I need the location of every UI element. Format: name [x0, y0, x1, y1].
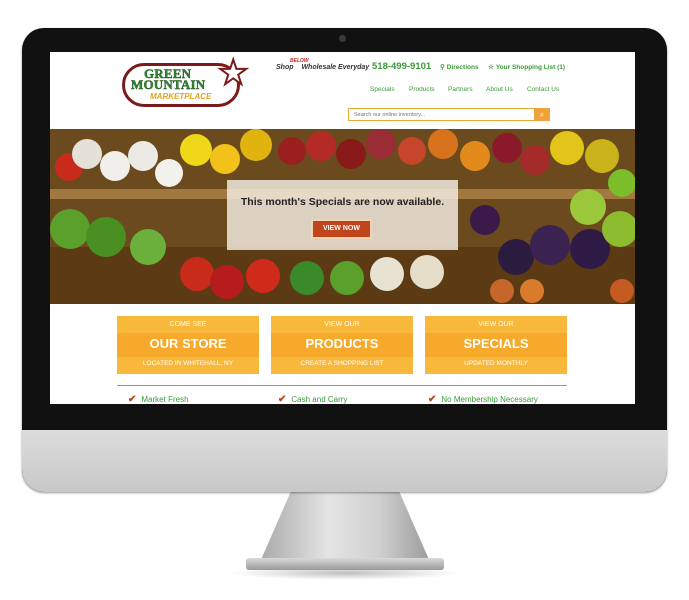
onion [100, 151, 130, 181]
lemon [240, 129, 272, 161]
tagline-shop: Shop [276, 64, 294, 71]
grapes [498, 239, 534, 275]
orange [460, 141, 490, 171]
card-bottom-text: UPDATED MONTHLY [464, 360, 528, 367]
card-our-store[interactable]: COME SEE OUR STORE LOCATED IN WHITEHALL,… [117, 316, 259, 374]
nav-specials[interactable]: Specials [370, 86, 395, 93]
pepper [210, 265, 244, 299]
card-title: OUR STORE [149, 336, 227, 351]
banana [550, 131, 584, 165]
checkmark-icon: ✔ [278, 394, 287, 404]
apple [398, 137, 426, 165]
apple [336, 139, 366, 169]
feature-item: ✔ Cash and Carry [278, 394, 347, 404]
plum [470, 205, 500, 235]
nav-contact-us[interactable]: Contact Us [527, 86, 559, 93]
camera-icon [339, 35, 346, 42]
onion [72, 139, 102, 169]
nav-about-us[interactable]: About Us [486, 86, 513, 93]
card-bottom-text: CREATE A SHOPPING LIST [300, 360, 384, 367]
orange [520, 279, 544, 303]
checkmark-icon: ✔ [128, 394, 137, 404]
view-now-button[interactable]: VIEW NOW [311, 219, 372, 239]
pepper [290, 261, 324, 295]
card-top-text: VIEW OUR [324, 321, 360, 328]
grapes [530, 225, 570, 265]
lemon [210, 144, 240, 174]
grapes-green [602, 211, 635, 247]
apple [278, 137, 306, 165]
apple [306, 131, 336, 161]
orange [610, 279, 634, 303]
tagline: Shop BELOW Wholesale Everyday [276, 58, 370, 71]
feature-label: Market Fresh [141, 395, 189, 404]
search-bar: ⌕ [348, 108, 550, 121]
orange [490, 279, 514, 303]
pepper [246, 259, 280, 293]
apple [492, 133, 522, 163]
apple [366, 129, 396, 159]
pepper [86, 217, 126, 257]
star-outline-icon: ☆ [488, 64, 494, 71]
pepper [50, 209, 90, 249]
card-title: PRODUCTS [305, 336, 379, 351]
shopping-list-link[interactable]: ☆ Your Shopping List (1) [488, 63, 565, 71]
tagline-below: BELOW [290, 58, 309, 64]
card-specials[interactable]: VIEW OUR SPECIALS UPDATED MONTHLY [425, 316, 567, 374]
search-input[interactable] [349, 109, 542, 120]
lime [608, 169, 635, 197]
section-divider [117, 385, 567, 386]
nav-partners[interactable]: Partners [448, 86, 473, 93]
tagline-rest: Wholesale Everyday [301, 64, 370, 71]
website-screen: GREEN MOUNTAIN MARKETPLACE ★ Shop BELOW … [50, 52, 635, 404]
feature-label: Cash and Carry [291, 395, 348, 404]
feature-item: ✔ No Membership Necessary [428, 394, 538, 404]
monitor-chin [22, 430, 667, 492]
banana [585, 139, 619, 173]
checkmark-icon: ✔ [428, 394, 437, 404]
monitor-stand [260, 492, 430, 562]
site-logo[interactable]: GREEN MOUNTAIN MARKETPLACE ★ [122, 54, 254, 110]
hero-message-box: This month's Specials are now available.… [227, 180, 458, 250]
lemon [180, 134, 212, 166]
hero-banner: This month's Specials are now available.… [50, 129, 635, 304]
star-icon: ★ [217, 54, 250, 92]
melon [410, 255, 444, 289]
card-products[interactable]: VIEW OUR PRODUCTS CREATE A SHOPPING LIST [271, 316, 413, 374]
search-icon[interactable]: ⌕ [534, 108, 550, 121]
feature-item: ✔ Market Fresh [128, 394, 189, 404]
logo-line-2: MOUNTAIN [131, 77, 206, 92]
pepper [130, 229, 166, 265]
nav-products[interactable]: Products [409, 86, 435, 93]
shopping-list-label: Your Shopping List (1) [495, 64, 566, 71]
onion [155, 159, 183, 187]
onion [128, 141, 158, 171]
logo-line-3: MARKETPLACE [150, 92, 212, 101]
pepper [330, 261, 364, 295]
card-top-text: VIEW OUR [478, 321, 514, 328]
pepper [180, 257, 214, 291]
directions-label: Directions [446, 64, 479, 71]
card-bottom-text: LOCATED IN WHITEHALL, NY [142, 360, 234, 367]
card-title: SPECIALS [463, 336, 529, 351]
melon [370, 257, 404, 291]
map-pin-icon: ⚲ [440, 64, 445, 71]
orange [428, 129, 458, 159]
feature-label: No Membership Necessary [441, 395, 538, 404]
card-top-text: COME SEE [169, 321, 207, 328]
phone-number[interactable]: 518-499-9101 [372, 61, 431, 72]
grapes-green [570, 189, 606, 225]
hero-message: This month's Specials are now available. [240, 196, 445, 208]
apple [520, 145, 550, 175]
directions-link[interactable]: ⚲ Directions [440, 63, 479, 71]
monitor-stand-base [246, 558, 444, 570]
